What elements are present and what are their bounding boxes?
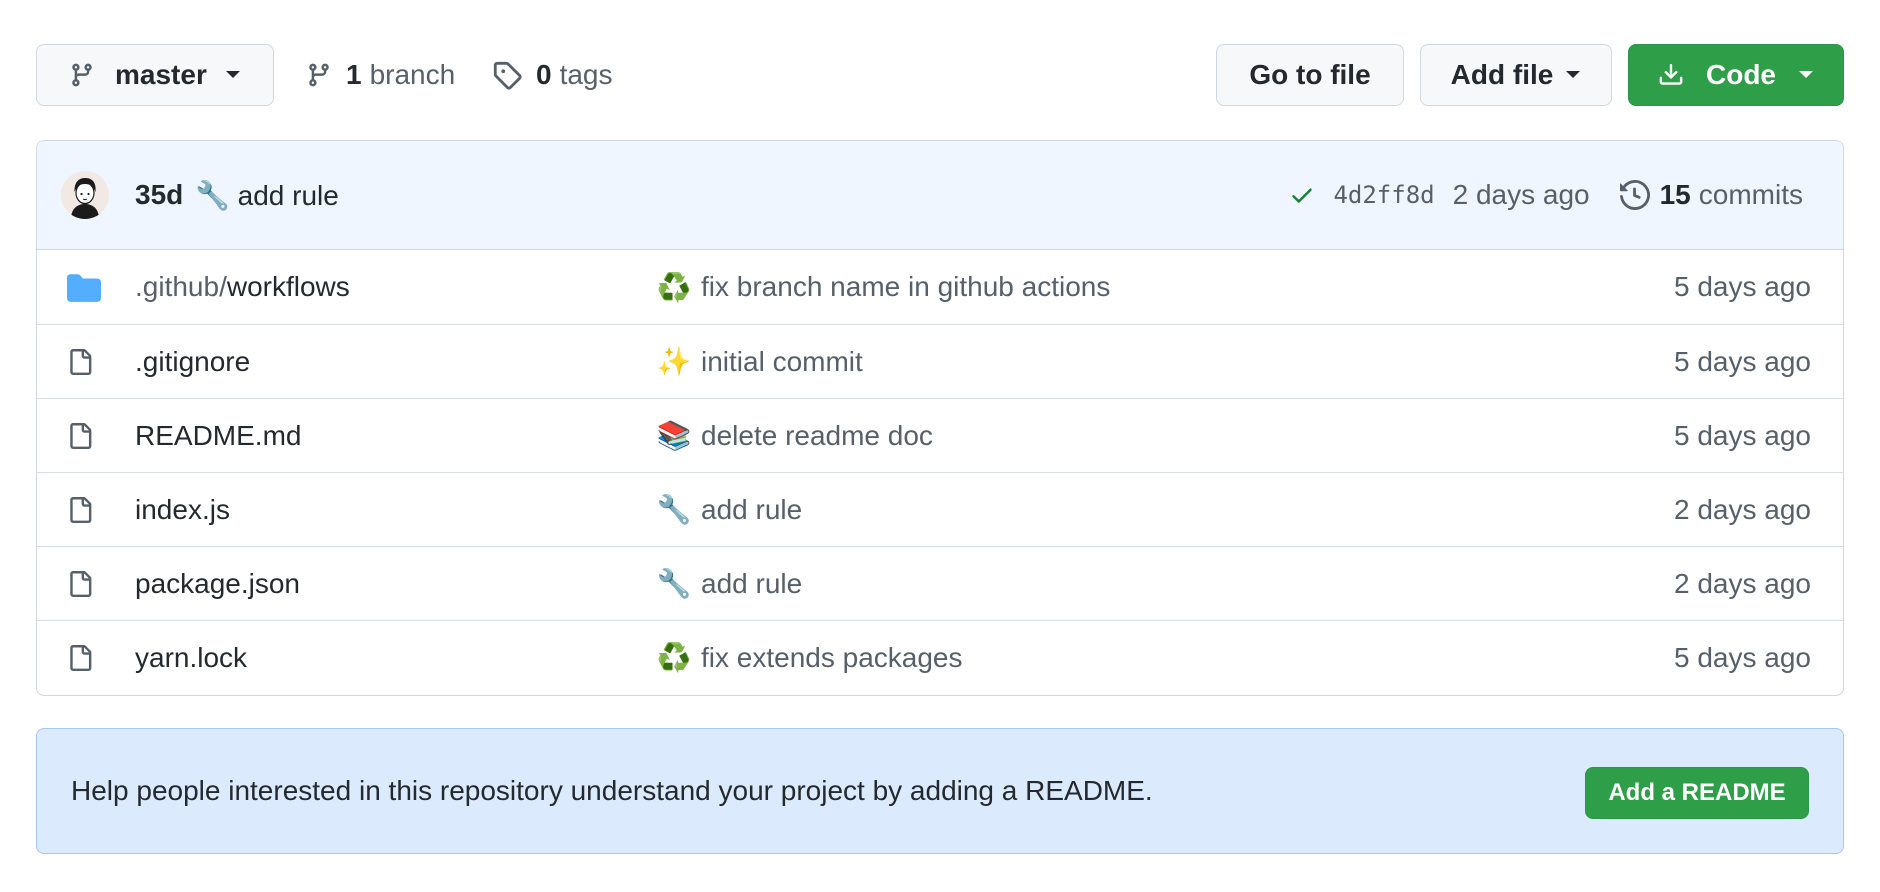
row-age: 5 days ago [1674,641,1811,673]
branch-count: 1 [346,59,362,90]
file-icon [67,569,93,599]
avatar[interactable] [61,171,109,219]
row-age: 2 days ago [1674,493,1811,525]
commit-message-link[interactable]: 🔧 add rule [195,179,339,212]
row-age: 2 days ago [1674,567,1811,599]
commit-author-link[interactable]: 35d [135,179,183,211]
row-commit-message-link[interactable]: 📚 delete readme doc [657,419,933,452]
file-icon [67,347,93,377]
table-row: package.json 🔧 add rule 2 days ago [37,546,1843,620]
add-readme-label: Add a README [1608,779,1786,806]
add-file-button[interactable]: Add file [1420,44,1612,106]
caret-down-icon [1798,70,1814,80]
repo-toolbar: master 1 branch 0 tags Go to file Add fi… [36,44,1844,108]
tag-count: 0 [536,59,552,90]
add-readme-button[interactable]: Add a README [1585,767,1809,819]
go-to-file-button[interactable]: Go to file [1216,44,1404,106]
table-row: README.md 📚 delete readme doc 5 days ago [37,398,1843,472]
table-row: yarn.lock ♻️ fix extends packages 5 days … [37,620,1843,694]
row-commit-text: add rule [701,567,803,599]
branch-label: branch [369,59,456,90]
commit-details: 4d2ff8d 2 days ago 15 commits [1289,179,1803,211]
row-age: 5 days ago [1674,419,1811,451]
row-age: 5 days ago [1674,271,1811,302]
commits-label: commits [1698,179,1803,210]
commit-message-text: add rule [237,179,339,211]
git-branch-icon [306,61,332,89]
check-icon[interactable] [1289,182,1315,208]
wrench-emoji: 🔧 [656,494,692,525]
file-list-box: 35d 🔧 add rule 4d2ff8d 2 days ago 15 com… [36,140,1844,696]
folder-name: workflows [226,271,350,302]
download-icon [1658,61,1684,89]
branches-link[interactable]: 1 branch [306,44,455,106]
branch-select-label: master [115,59,207,90]
row-commit-text: fix branch name in github actions [701,271,1111,302]
file-rows: .github/workflows ♻️ fix branch name in g… [37,250,1843,694]
recycle-emoji: ♻️ [656,642,692,673]
row-commit-message-link[interactable]: 🔧 add rule [656,493,803,526]
recycle-emoji: ♻️ [656,271,692,303]
file-name-link[interactable]: .github/workflows [135,271,350,303]
row-commit-message-link[interactable]: ♻️ fix branch name in github actions [656,271,1111,304]
folder-icon [67,272,101,302]
file-icon [67,643,93,673]
add-readme-banner: Help people interested in this repositor… [36,728,1844,854]
wrench-emoji: 🔧 [195,179,230,211]
wrench-emoji: 🔧 [656,568,692,599]
file-name-link[interactable]: .gitignore [135,346,250,378]
books-emoji: 📚 [656,420,692,451]
row-commit-text: initial commit [701,345,863,377]
file-icon [67,421,93,451]
row-commit-text: delete readme doc [701,419,933,451]
table-row: index.js 🔧 add rule 2 days ago [37,472,1843,546]
file-icon [67,495,93,525]
sparkles-emoji: ✨ [656,346,692,377]
code-label: Code [1706,59,1776,90]
commit-time: 2 days ago [1452,179,1590,210]
file-name-link[interactable]: yarn.lock [135,642,247,674]
row-commit-text: fix extends packages [701,641,963,673]
commits-history-link[interactable]: 15 commits [1619,179,1803,211]
folder-path-prefix: .github/ [135,271,227,302]
file-name-link[interactable]: index.js [135,494,230,526]
commit-count: 15 [1659,179,1691,210]
caret-down-icon [1565,70,1581,80]
commit-sha-link[interactable]: 4d2ff8d [1333,181,1434,209]
add-file-label: Add file [1450,59,1554,90]
row-commit-message-link[interactable]: ✨ initial commit [657,345,863,378]
tags-link[interactable]: 0 tags [492,44,613,106]
file-name-link[interactable]: README.md [135,420,301,452]
latest-commit-bar: 35d 🔧 add rule 4d2ff8d 2 days ago 15 com… [37,141,1843,250]
readme-banner-text: Help people interested in this repositor… [71,775,1153,806]
row-commit-text: add rule [701,493,803,525]
file-name-link[interactable]: package.json [135,568,300,600]
branch-select-button[interactable]: master [36,44,274,106]
table-row: .gitignore ✨ initial commit 5 days ago [37,324,1843,398]
row-commit-message-link[interactable]: 🔧 add rule [656,567,803,600]
caret-down-icon [225,70,241,80]
tag-label: tags [559,59,613,90]
code-button[interactable]: Code [1628,44,1844,106]
row-age: 5 days ago [1674,345,1811,377]
history-icon [1619,180,1650,210]
git-branch-icon [69,61,95,89]
go-to-file-label: Go to file [1249,59,1371,90]
row-commit-message-link[interactable]: ♻️ fix extends packages [657,641,963,674]
tag-icon [492,60,522,90]
table-row: .github/workflows ♻️ fix branch name in g… [37,250,1843,324]
